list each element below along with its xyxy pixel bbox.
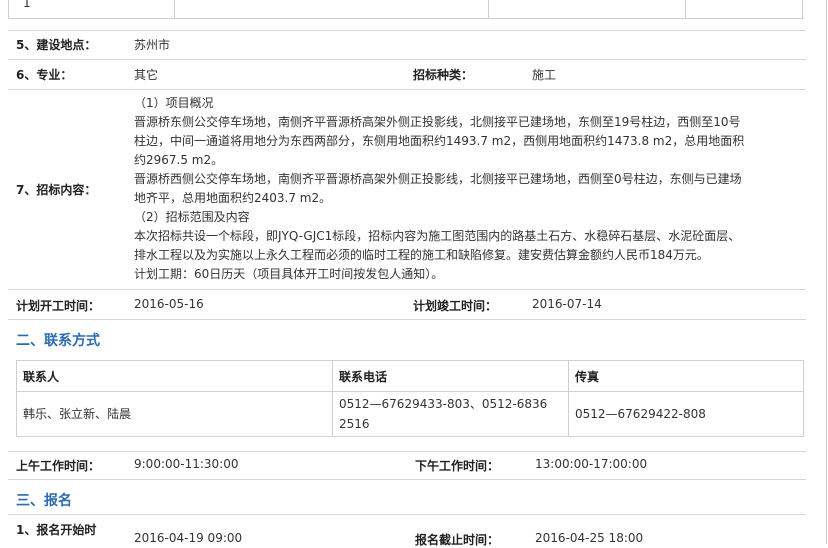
header-fax: 传真	[568, 360, 804, 392]
right-frame-edge	[826, 0, 827, 544]
divider	[8, 89, 806, 90]
location-value: 苏州市	[134, 38, 171, 52]
contact-person-cell: 韩乐、张立新、陆晨	[16, 391, 333, 437]
specialty-label: 6、专业：	[16, 68, 73, 82]
content-line: 约2967.5 m2。	[134, 153, 224, 167]
specialty-value: 其它	[134, 68, 159, 82]
location-label: 5、建设地点：	[16, 38, 97, 52]
divider	[8, 59, 806, 60]
content-line: 地齐平，总用地面积约2403.7 m2。	[134, 191, 332, 205]
content-line: 晋源桥东侧公交停车场地，南侧齐平晋源桥高架外侧正投影线，北侧接平已建场地，东侧至…	[134, 115, 741, 129]
content-line: 晋源桥西侧公交停车场地，南侧齐平晋源桥高架外侧正投影线，北侧接平已建场地，西侧至…	[134, 172, 742, 186]
signup-section-title: 三、报名	[16, 493, 72, 509]
content-line: 排水工程以及为实施以上永久工程而必须的临时工程的施工和缺陷修复。建安费估算金额约…	[134, 248, 709, 262]
pm-hours-value: 13:00:00-17:00:00	[535, 457, 648, 471]
tender-type-value: 施工	[532, 68, 557, 82]
tender-content-block: （1）项目概况 晋源桥东侧公交停车场地，南侧齐平晋源桥高架外侧正投影线，北侧接平…	[134, 94, 804, 284]
planned-start-label: 计划开工时间：	[16, 299, 101, 313]
planned-start-value: 2016-05-16	[134, 297, 204, 311]
tender-content-label: 7、招标内容：	[16, 183, 97, 197]
table-row: 韩乐、张立新、陆晨 0512—67629433-803、0512-6836 25…	[16, 391, 804, 437]
top-table-divider-2	[488, 0, 489, 18]
top-table-cell: 1	[23, 0, 31, 10]
content-line: （2）招标范围及内容	[134, 210, 250, 224]
top-table-divider-1	[174, 0, 175, 18]
signup-end-label: 报名截止时间：	[415, 533, 500, 547]
header-contact-phone: 联系电话	[332, 360, 569, 392]
divider	[8, 451, 806, 452]
top-table-divider-3	[685, 0, 686, 18]
tender-type-label: 招标种类：	[413, 68, 474, 82]
planned-end-label: 计划竣工时间：	[413, 299, 498, 313]
divider	[8, 479, 806, 480]
signup-end-value: 2016-04-25 18:00	[535, 531, 644, 545]
pm-hours-label: 下午工作时间：	[415, 459, 500, 473]
content-line: 本次招标共设一个标段，即JYQ-GJC1标段，招标内容为施工图范围内的路基土石方…	[134, 229, 741, 243]
content-line: 柱边，中间一通道将用地分为东西两部分，东侧用地面积约1493.7 m2，西侧用地…	[134, 134, 745, 148]
phone-line: 2516	[339, 417, 370, 431]
contact-table-header: 联系人 联系电话 传真	[16, 360, 804, 392]
header-contact-person: 联系人	[16, 360, 333, 392]
content-line: （1）项目概况	[134, 96, 214, 110]
divider	[8, 30, 806, 31]
divider	[8, 319, 806, 320]
divider	[8, 514, 806, 515]
planned-end-value: 2016-07-14	[532, 297, 602, 311]
signup-start-value: 2016-04-19 09:00	[134, 531, 243, 545]
phone-line: 0512—67629433-803、0512-6836	[339, 397, 548, 411]
fax-cell: 0512—67629422-808	[568, 391, 804, 437]
am-hours-label: 上午工作时间：	[16, 459, 101, 473]
top-table: 1	[8, 0, 803, 19]
contact-table: 联系人 联系电话 传真 韩乐、张立新、陆晨 0512—67629433-803、…	[16, 360, 804, 437]
signup-start-label: 1、报名开始时	[16, 523, 97, 537]
contact-section-title: 二、联系方式	[16, 333, 100, 349]
contact-phone-cell: 0512—67629433-803、0512-6836 2516	[332, 391, 569, 437]
am-hours-value: 9:00:00-11:30:00	[134, 457, 239, 471]
divider	[8, 289, 806, 290]
content-line: 计划工期：60日历天（项目具体开工时间按发包人通知）。	[134, 267, 444, 281]
